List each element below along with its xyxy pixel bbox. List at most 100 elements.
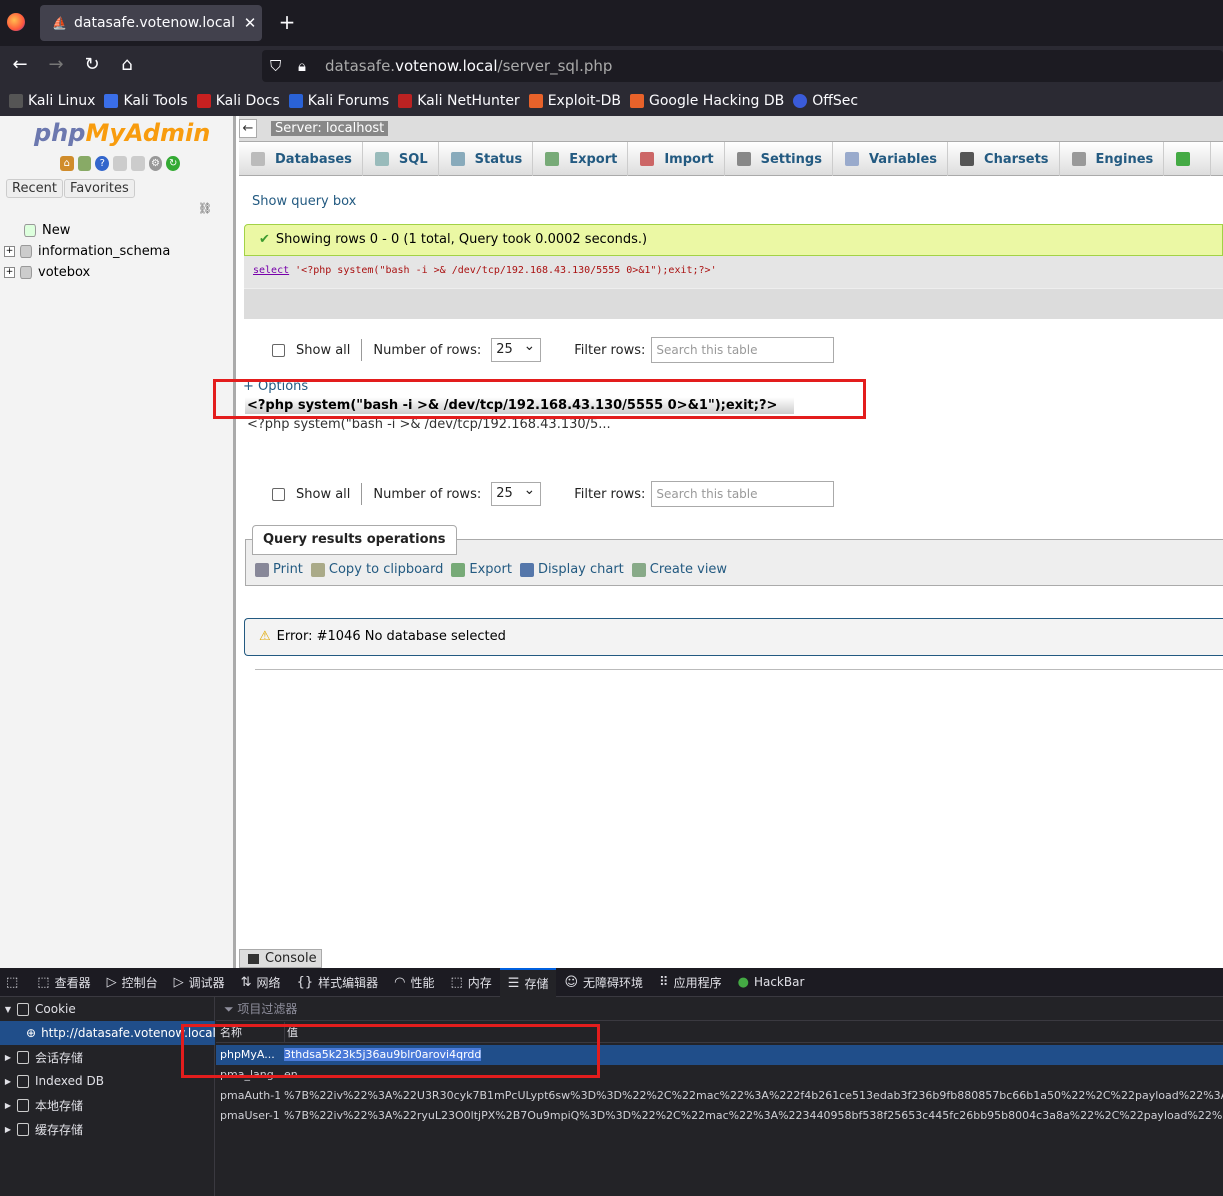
- tree-item-information-schema[interactable]: + information_schema: [4, 241, 170, 261]
- lock-icon[interactable]: 🔒︎: [298, 50, 314, 82]
- warning-icon: ⚠: [259, 629, 271, 644]
- bookmark-google-hacking-db[interactable]: Google Hacking DB: [629, 93, 784, 109]
- gear-icon[interactable]: ⚙: [148, 156, 163, 171]
- new-tab-button[interactable]: +: [276, 10, 298, 36]
- tab-status[interactable]: Status: [439, 142, 534, 176]
- bookmark-kali-linux[interactable]: Kali Linux: [9, 93, 95, 109]
- create-view-icon: [631, 562, 646, 577]
- tab-plugins[interactable]: [1164, 142, 1212, 176]
- filter-rows-input[interactable]: Search this table: [651, 337, 835, 363]
- tab-export[interactable]: Export: [533, 142, 629, 176]
- phpmyadmin-logo[interactable]: phpMyAdmin: [34, 119, 210, 147]
- style-editor-icon: {}: [296, 974, 314, 990]
- firefox-icon[interactable]: [7, 13, 25, 31]
- url-bar[interactable]: ⛉ 🔒︎ datasafe.votenow.local/server_sql.p…: [262, 50, 1223, 82]
- copy-to-clipboard-link[interactable]: Copy to clipboard: [310, 562, 443, 577]
- expand-icon[interactable]: +: [4, 245, 15, 257]
- export-link[interactable]: Export: [451, 562, 512, 577]
- rows-per-page-select[interactable]: 25: [491, 479, 542, 506]
- devtools-tab-network[interactable]: ⇅ 网络: [233, 968, 289, 997]
- shield-icon[interactable]: ⛉: [270, 50, 290, 82]
- tab-sql[interactable]: SQL: [363, 142, 439, 176]
- expand-icon[interactable]: ▶: [2, 1101, 14, 1110]
- display-chart-link[interactable]: Display chart: [519, 562, 624, 577]
- close-tab-icon[interactable]: ✕: [238, 14, 262, 32]
- status-icon: [450, 152, 465, 166]
- devtools-tab-performance[interactable]: ◠ 性能: [386, 968, 442, 997]
- devtools-tab-inspector[interactable]: ⬚ 查看器: [29, 968, 98, 997]
- recent-button[interactable]: Recent: [6, 179, 63, 198]
- devtools-tab-console[interactable]: ▷ 控制台: [99, 968, 166, 997]
- filter-items-input[interactable]: ⏷ 项目过滤器: [216, 997, 1223, 1021]
- bookmark-exploit-db[interactable]: Exploit-DB: [528, 93, 621, 109]
- storage-cookie[interactable]: ▼ Cookie: [0, 997, 215, 1021]
- tree-item-new[interactable]: New: [24, 220, 70, 240]
- logout-icon[interactable]: [77, 156, 92, 171]
- bookmark-kali-docs[interactable]: Kali Docs: [196, 93, 280, 109]
- bookmark-offsec[interactable]: OffSec: [793, 93, 858, 109]
- show-all-checkbox[interactable]: [272, 487, 285, 501]
- devtools-tab-accessibility[interactable]: ☺ 无障碍环境: [556, 968, 651, 997]
- devtools-tab-memory[interactable]: ⬚ 内存: [442, 968, 499, 997]
- favorites-button[interactable]: Favorites: [64, 179, 135, 198]
- tab-charsets[interactable]: Charsets: [948, 142, 1060, 176]
- devtools-tab-hackbar[interactable]: ● HackBar: [730, 968, 813, 997]
- query-actions-bar: [244, 288, 1223, 319]
- collapse-nav-button[interactable]: ←: [239, 119, 257, 138]
- filter-rows-input[interactable]: Search this table: [651, 481, 835, 507]
- highlight-box: [213, 379, 866, 419]
- devtools-tab-style-editor[interactable]: {} 样式编辑器: [289, 968, 387, 997]
- table-navigation-top: Show all Number of rows: 25 Filter rows:…: [272, 335, 835, 363]
- tab-import[interactable]: Import: [628, 142, 725, 176]
- back-button[interactable]: ←: [8, 54, 32, 78]
- expand-icon[interactable]: +: [4, 266, 15, 278]
- home-icon[interactable]: ⌂: [60, 156, 74, 171]
- devtools-tab-debugger[interactable]: ▷ 调试器: [166, 968, 233, 997]
- print-link[interactable]: Print: [255, 562, 303, 577]
- tab-databases[interactable]: Databases: [239, 142, 363, 176]
- tab-settings[interactable]: Settings: [725, 142, 833, 176]
- storage-doc-icon: [17, 1098, 29, 1112]
- browser-tab[interactable]: ⛵ datasafe.votenow.local / l ✕: [40, 5, 262, 41]
- kali-dragon-icon: [9, 94, 23, 108]
- tab-engines[interactable]: Engines: [1060, 142, 1165, 176]
- bookmark-kali-nethunter[interactable]: Kali NetHunter: [398, 93, 520, 109]
- rows-per-page-select[interactable]: 25: [491, 335, 542, 362]
- home-button[interactable]: ⌂: [115, 54, 139, 78]
- tree-item-votebox[interactable]: + votebox: [4, 262, 90, 282]
- link-icon[interactable]: ⛓: [198, 202, 212, 215]
- bookmark-kali-tools[interactable]: Kali Tools: [104, 93, 188, 109]
- number-of-rows-label: Number of rows:: [373, 342, 482, 358]
- help-icon[interactable]: ?: [95, 156, 110, 171]
- devtools-tab-application[interactable]: ⠿ 应用程序: [651, 968, 730, 997]
- reload-button[interactable]: ↻: [80, 54, 104, 78]
- reload-nav-icon[interactable]: ↻: [166, 156, 181, 171]
- main-panel: ← Server: localhost Databases SQL Status…: [213, 116, 1223, 968]
- expand-icon[interactable]: ▶: [2, 1077, 14, 1086]
- collapse-icon[interactable]: ▼: [2, 1005, 14, 1014]
- devtools-tab-storage[interactable]: ☰ 存储: [499, 967, 557, 997]
- element-picker-icon[interactable]: ⬚: [0, 968, 29, 997]
- storage-cache[interactable]: ▶ 缓存存储: [0, 1117, 215, 1141]
- docs-icon[interactable]: [113, 156, 127, 171]
- bookmark-kali-forums[interactable]: Kali Forums: [288, 93, 389, 109]
- expand-icon[interactable]: ▶: [2, 1053, 14, 1062]
- expand-icon[interactable]: ▶: [2, 1125, 14, 1134]
- divider: [361, 483, 363, 505]
- sql-docs-icon[interactable]: [130, 156, 145, 171]
- accessibility-icon: ☺: [564, 974, 579, 990]
- navigation-panel: phpMyAdmin ⌂ ? ⚙ ↻ Recent Favorites ⛓ Ne…: [0, 116, 236, 968]
- storage-local[interactable]: ▶ 本地存储: [0, 1093, 215, 1117]
- server-label[interactable]: Server: localhost: [271, 121, 389, 136]
- table-row[interactable]: pmaUser-1 %7B%22iv%22%3A%22ryuL23O0ltjPX%…: [216, 1106, 1223, 1126]
- forward-button[interactable]: →: [44, 54, 68, 78]
- tab-variables[interactable]: Variables: [833, 142, 949, 176]
- show-all-checkbox[interactable]: [272, 343, 285, 357]
- table-row[interactable]: pmaAuth-1 %7B%22iv%22%3A%22U3R30cyk7B1mPc…: [216, 1086, 1223, 1106]
- create-view-link[interactable]: Create view: [631, 562, 727, 577]
- server-breadcrumb: ← Server: localhost: [239, 116, 1223, 142]
- console-toggle[interactable]: Console: [239, 949, 322, 968]
- show-query-box-link[interactable]: Show query box: [252, 194, 356, 209]
- number-of-rows-label: Number of rows:: [373, 486, 482, 502]
- pma-favicon-icon: ⛵: [52, 16, 67, 30]
